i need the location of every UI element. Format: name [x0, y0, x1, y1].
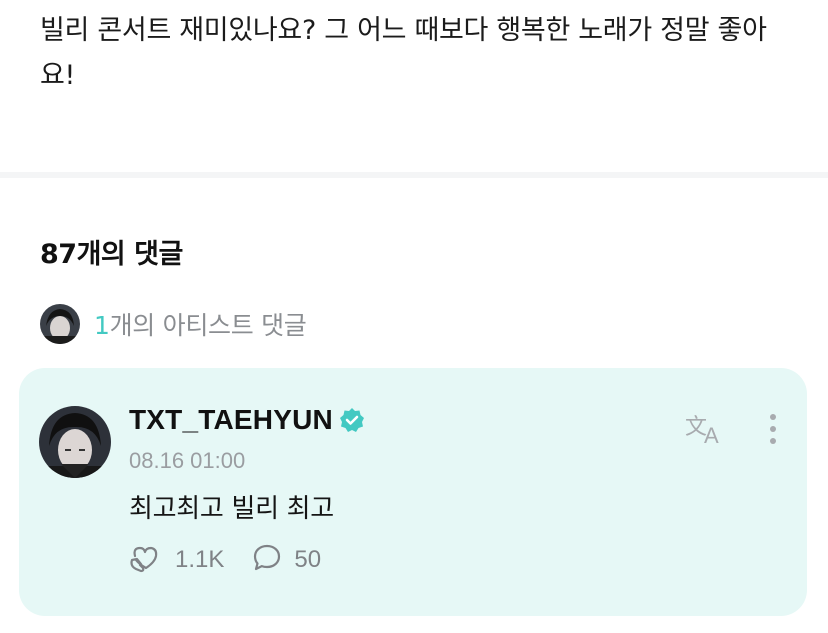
author-avatar[interactable] — [39, 406, 111, 478]
comment-text: 최고최고 빌리 최고 — [129, 494, 334, 524]
post-body: 빌리 콘서트 재미있나요? 그 어느 때보다 행복한 노래가 정말 좋아요! — [40, 15, 767, 91]
comment-timestamp: 08.16 01:00 — [129, 448, 246, 473]
artist-comments-label: 1개의 아티스트 댓글 — [94, 306, 307, 342]
artist-comments-filter[interactable]: 1개의 아티스트 댓글 — [40, 302, 307, 346]
like-button[interactable]: 1.1K — [129, 543, 224, 577]
verified-badge-icon — [339, 407, 365, 433]
translate-button[interactable]: 文 A — [684, 412, 728, 448]
reply-count: 50 — [294, 546, 322, 573]
more-options-button[interactable] — [762, 412, 784, 448]
artist-avatar-small — [40, 304, 80, 344]
author-row: TXT_TAEHYUN — [129, 404, 365, 436]
reply-button[interactable]: 50 — [252, 543, 321, 577]
section-divider — [0, 172, 828, 178]
comments-count-header: 87개의 댓글 — [40, 239, 183, 270]
comment-actions: 1.1K 50 — [129, 542, 321, 578]
artist-comments-count: 1 — [94, 311, 110, 340]
like-count: 1.1K — [175, 546, 225, 573]
speech-bubble-icon — [252, 543, 282, 577]
artist-comment-card: TXT_TAEHYUN 08.16 01:00 최고최고 빌리 최고 1.1K — [19, 368, 807, 616]
author-name[interactable]: TXT_TAEHYUN — [129, 404, 333, 436]
heart-hand-icon — [129, 543, 163, 577]
artist-comments-text: 개의 아티스트 댓글 — [109, 311, 307, 340]
translate-icon: 文 A — [684, 415, 728, 450]
svg-text:A: A — [704, 423, 719, 446]
more-vertical-icon — [762, 414, 784, 452]
